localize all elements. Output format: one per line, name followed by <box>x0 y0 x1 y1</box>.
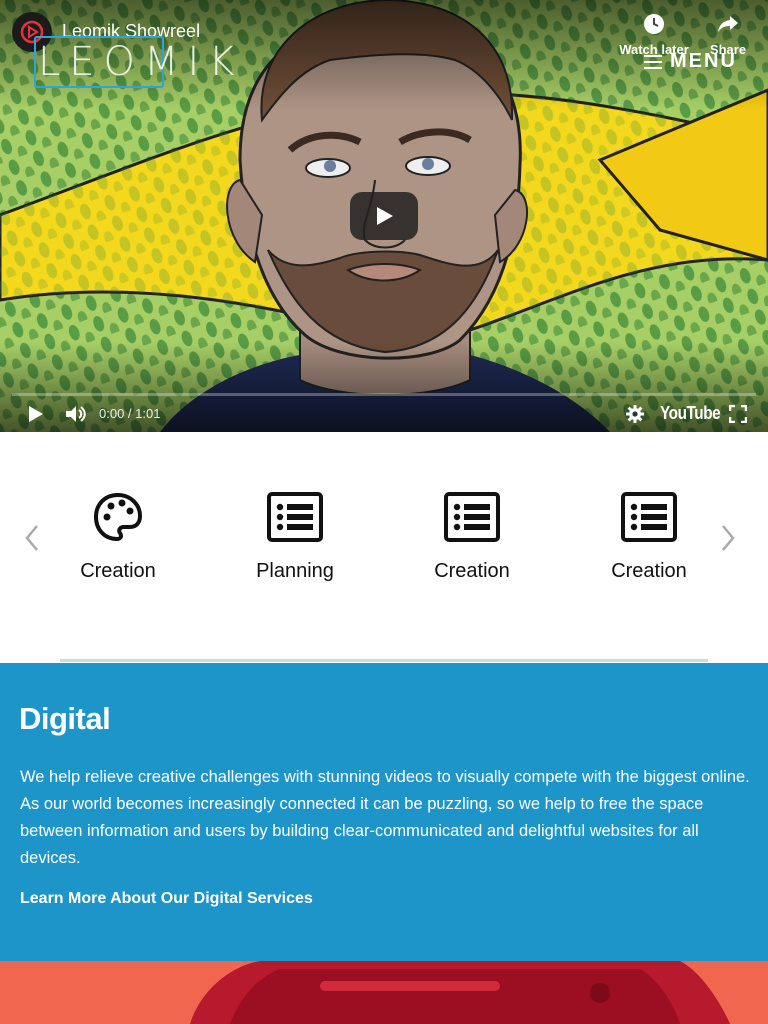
carousel-item-label: Creation <box>80 560 156 582</box>
share-arrow-icon <box>718 16 738 32</box>
chevron-right-icon <box>722 525 735 551</box>
gear-icon <box>626 405 644 423</box>
digital-section: Digital We help relieve creative challen… <box>0 663 768 961</box>
settings-button[interactable] <box>622 400 648 428</box>
list-icon <box>621 492 677 542</box>
digital-heading: Digital <box>19 701 111 736</box>
chevron-left-icon <box>25 525 38 551</box>
progress-bar[interactable] <box>12 393 756 396</box>
carousel-item-label: Creation <box>611 560 687 582</box>
clock-icon <box>644 14 664 34</box>
large-play-button[interactable] <box>350 192 418 240</box>
volume-icon <box>66 406 86 422</box>
fullscreen-icon <box>729 405 747 423</box>
learn-more-link[interactable]: Learn More About Our Digital Services <box>20 890 313 908</box>
section-divider <box>60 659 708 662</box>
hamburger-icon <box>644 54 662 69</box>
bottom-hero-image <box>0 961 768 1024</box>
menu-button[interactable]: MENU <box>644 50 737 73</box>
list-icon <box>267 492 323 542</box>
logo-text: LEOMIK <box>38 39 244 85</box>
carousel-item-creation[interactable]: Creation <box>43 492 193 583</box>
digital-description: We help relieve creative challenges with… <box>20 768 750 867</box>
carousel-next-button[interactable] <box>716 522 740 554</box>
camera-image <box>0 961 768 1024</box>
carousel-item-creation[interactable]: Creation <box>397 492 547 583</box>
carousel-item-label: Creation <box>434 560 510 582</box>
volume-button[interactable] <box>62 400 90 428</box>
carousel-item-creation[interactable]: Creation <box>574 492 724 583</box>
list-icon <box>444 492 500 542</box>
time-display: 0:00 / 1:01 <box>99 406 161 421</box>
play-icon <box>29 406 43 422</box>
play-icon <box>377 207 393 225</box>
fullscreen-button[interactable] <box>726 400 750 428</box>
video-player[interactable]: Leomik Showreel Watch later Share LEOMIK… <box>0 0 768 432</box>
youtube-logo[interactable]: YouTube <box>660 403 721 424</box>
palette-icon <box>93 492 143 542</box>
carousel-item-label: Planning <box>256 560 334 582</box>
site-logo[interactable]: LEOMIK <box>34 36 235 88</box>
services-carousel: Creation Planning Creation Creation <box>0 432 768 662</box>
carousel-prev-button[interactable] <box>20 522 44 554</box>
menu-label: MENU <box>670 50 737 72</box>
play-button[interactable] <box>22 400 50 428</box>
carousel-item-planning[interactable]: Planning <box>220 492 370 583</box>
